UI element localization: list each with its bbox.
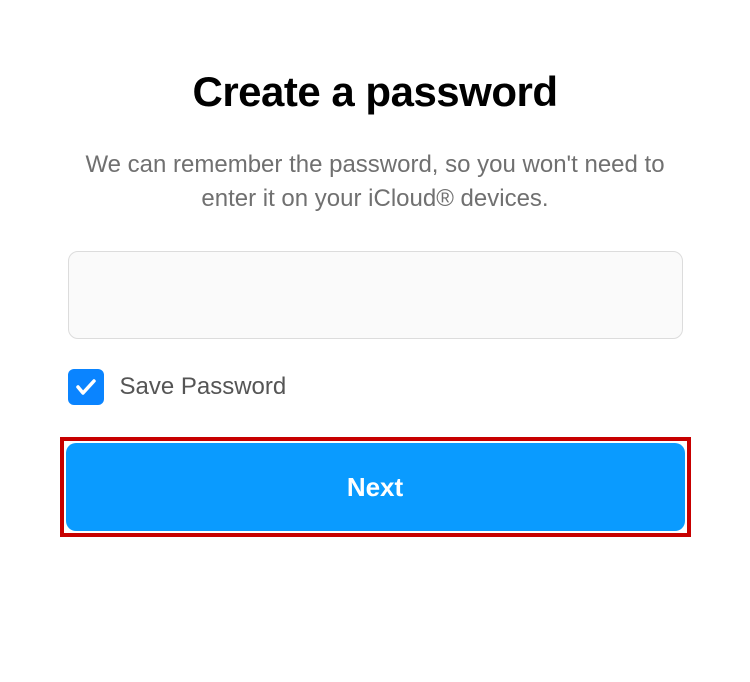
next-button[interactable]: Next bbox=[66, 443, 685, 531]
create-password-form: Create a password We can remember the pa… bbox=[68, 0, 683, 682]
page-subtitle: We can remember the password, so you won… bbox=[68, 148, 683, 215]
save-password-checkbox[interactable] bbox=[68, 369, 104, 405]
save-password-row: Save Password bbox=[68, 369, 683, 405]
next-button-label: Next bbox=[347, 472, 403, 503]
checkmark-icon bbox=[74, 375, 98, 399]
password-input[interactable] bbox=[68, 251, 683, 339]
page-title: Create a password bbox=[68, 68, 683, 116]
save-password-label: Save Password bbox=[120, 373, 287, 401]
next-button-highlight: Next bbox=[60, 437, 691, 537]
